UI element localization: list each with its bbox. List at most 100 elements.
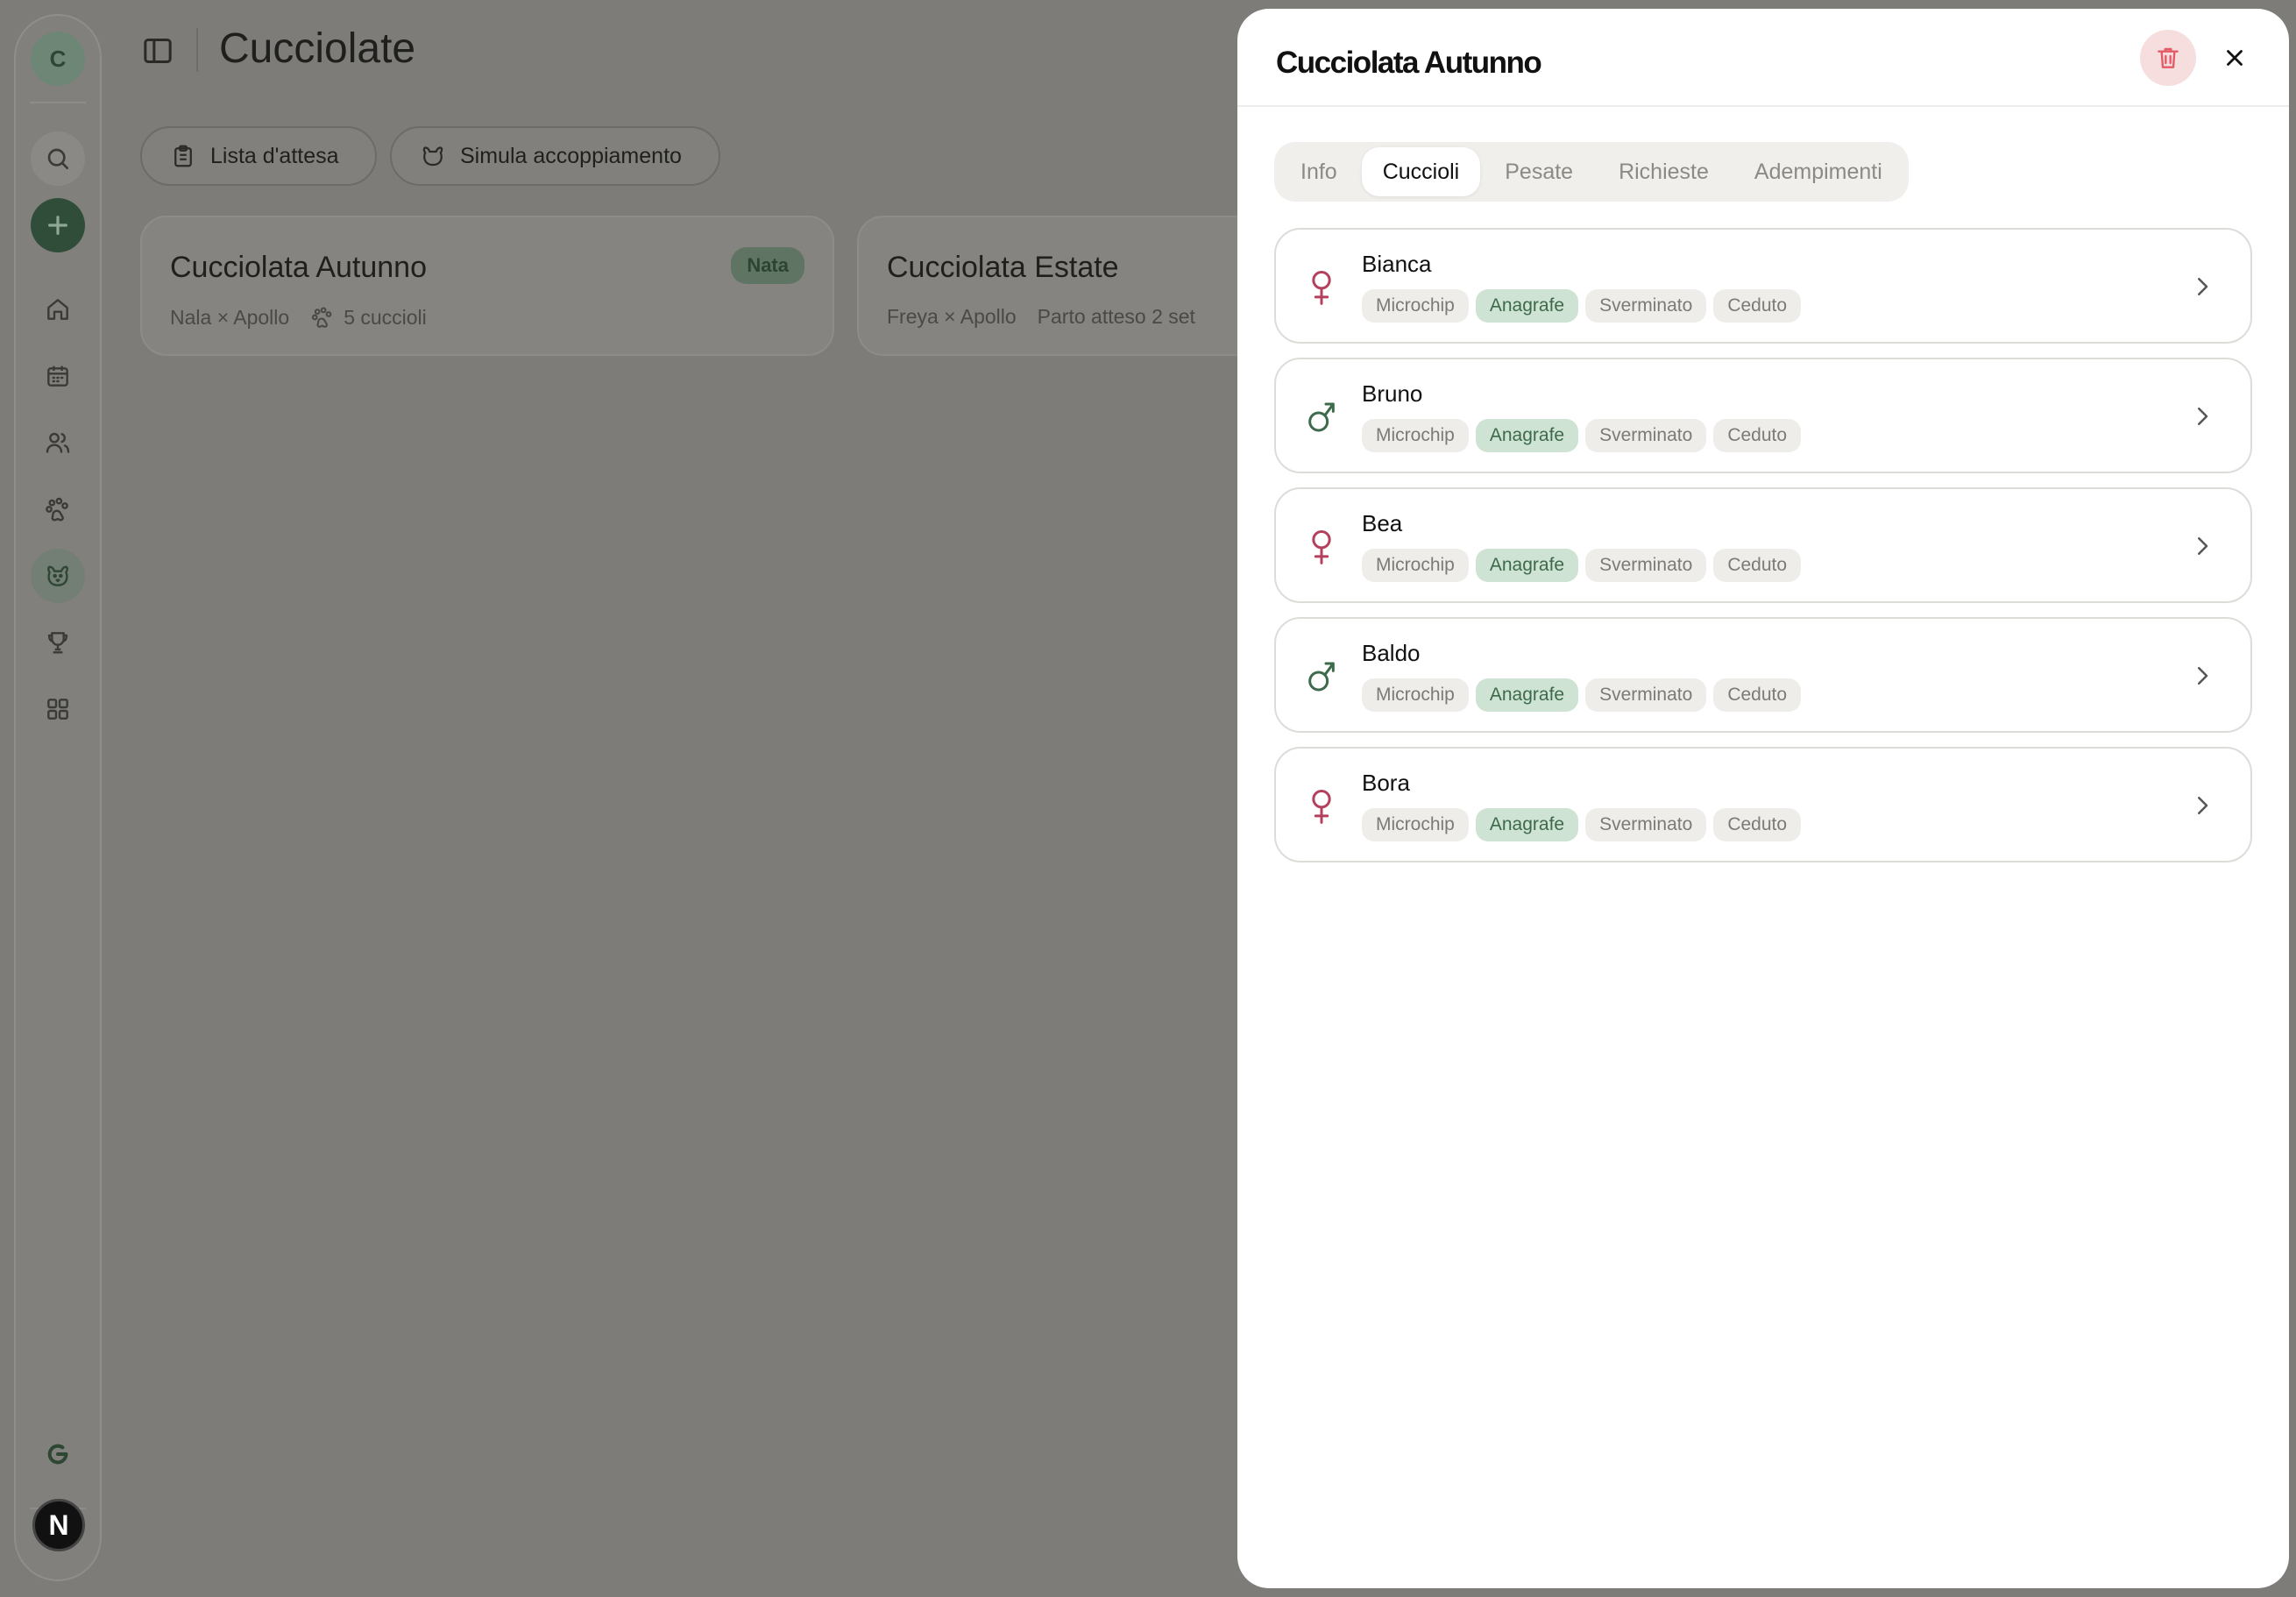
puppy-tags: Microchip Anagrafe Sverminato Ceduto [1362, 289, 1802, 323]
trophy-icon [47, 632, 68, 654]
chevron-right-icon [2198, 278, 2208, 295]
puppy-row[interactable]: Bruno Microchip Anagrafe Sverminato Cedu… [1274, 358, 2252, 473]
drawer-tabs: Info Cuccioli Pesate Richieste Adempimen… [1274, 142, 1909, 202]
litter-card[interactable]: Cucciolata Estate Freya × Apollo Parto a… [857, 216, 1295, 356]
simulate-mating-label: Simula accoppiamento [460, 143, 682, 168]
app-logo[interactable]: N [32, 1499, 85, 1551]
chevron-right-icon [2198, 667, 2208, 685]
tab-requests[interactable]: Richieste [1598, 147, 1730, 196]
puppy-tags: Microchip Anagrafe Sverminato Ceduto [1362, 549, 1802, 582]
litter-parents: Nala × Apollo [170, 305, 290, 329]
chevron-right-icon [2198, 797, 2208, 814]
puppy-name: Bora [1362, 770, 1410, 796]
tag-sold[interactable]: Ceduto [1713, 549, 1802, 582]
puppy-row[interactable]: Bianca Microchip Anagrafe Sverminato Ced… [1274, 228, 2252, 344]
male-icon [1308, 662, 1335, 692]
tag-registry[interactable]: Anagrafe [1475, 289, 1579, 323]
refresh-icon [47, 1444, 68, 1465]
puppy-row[interactable]: Baldo Microchip Anagrafe Sverminato Cedu… [1274, 617, 2252, 733]
sidebar-item-home[interactable] [31, 282, 85, 337]
female-icon [1312, 790, 1331, 824]
waitlist-button[interactable]: Lista d'attesa [140, 126, 377, 186]
tag-dewormed[interactable]: Sverminato [1585, 289, 1707, 323]
puppy-row[interactable]: Bea Microchip Anagrafe Sverminato Ceduto [1274, 487, 2252, 603]
female-icon [1312, 530, 1331, 564]
tag-microchip[interactable]: Microchip [1362, 289, 1469, 323]
header-divider [196, 28, 198, 72]
tag-registry[interactable]: Anagrafe [1475, 678, 1579, 712]
litter-title: Cucciolata Autunno [170, 251, 427, 284]
tag-sold[interactable]: Ceduto [1713, 808, 1802, 841]
sidebar-toggle-button[interactable] [140, 33, 175, 68]
home-icon [47, 299, 68, 320]
chevron-right-icon [2198, 408, 2208, 425]
chevron-right-icon [2198, 537, 2208, 555]
tag-microchip[interactable]: Microchip [1362, 419, 1469, 452]
user-avatar[interactable]: C [31, 32, 85, 86]
male-icon [1308, 402, 1335, 432]
close-button[interactable] [2217, 40, 2252, 75]
delete-button[interactable] [2140, 30, 2196, 86]
tag-sold[interactable]: Ceduto [1713, 678, 1802, 712]
close-icon [2227, 50, 2243, 66]
tag-microchip[interactable]: Microchip [1362, 549, 1469, 582]
tab-info[interactable]: Info [1279, 147, 1358, 196]
waitlist-label: Lista d'attesa [210, 143, 339, 168]
litter-detail-drawer: Cucciolata Autunno Info Cuccioli Pesate … [1237, 9, 2289, 1588]
sync-button[interactable] [31, 1427, 85, 1481]
dog-icon [47, 565, 68, 586]
sidebar-item-contacts[interactable] [31, 415, 85, 470]
litter-meta: Nala × Apollo 5 cuccioli [170, 305, 427, 330]
tag-microchip[interactable]: Microchip [1362, 808, 1469, 841]
tab-compliance[interactable]: Adempimenti [1733, 147, 1903, 196]
tag-dewormed[interactable]: Sverminato [1585, 419, 1707, 452]
sidebar-item-dogs[interactable] [31, 482, 85, 536]
sidebar-item-litters[interactable] [31, 549, 85, 603]
litter-card[interactable]: Cucciolata Autunno Nata Nala × Apollo 5 … [140, 216, 834, 356]
litter-parents: Freya × Apollo [887, 305, 1017, 328]
tag-registry[interactable]: Anagrafe [1475, 808, 1579, 841]
tag-sold[interactable]: Ceduto [1713, 289, 1802, 323]
search-icon [47, 148, 68, 169]
litter-meta: Freya × Apollo Parto atteso 2 set [887, 305, 1195, 329]
calendar-icon [47, 366, 68, 387]
puppy-name: Baldo [1362, 640, 1421, 666]
litter-expected-date: Parto atteso 2 set [1037, 305, 1195, 328]
litter-pups: 5 cuccioli [310, 305, 427, 330]
tab-weighings[interactable]: Pesate [1484, 147, 1594, 196]
tag-microchip[interactable]: Microchip [1362, 678, 1469, 712]
drawer-header: Cucciolata Autunno [1237, 9, 2289, 107]
sidebar-item-apps[interactable] [31, 682, 85, 736]
puppy-tags: Microchip Anagrafe Sverminato Ceduto [1362, 419, 1802, 452]
dog-icon [422, 146, 443, 167]
puppy-name: Bianca [1362, 251, 1432, 277]
paw-icon [312, 307, 332, 328]
tag-dewormed[interactable]: Sverminato [1585, 549, 1707, 582]
tag-registry[interactable]: Anagrafe [1475, 549, 1579, 582]
status-badge: Nata [731, 247, 804, 284]
trash-icon [2158, 47, 2179, 68]
tag-sold[interactable]: Ceduto [1713, 419, 1802, 452]
sidebar-item-calendar[interactable] [31, 349, 85, 403]
sidebar-divider [30, 102, 86, 103]
plus-icon [48, 216, 67, 235]
tab-puppies[interactable]: Cuccioli [1361, 147, 1481, 196]
tag-dewormed[interactable]: Sverminato [1585, 678, 1707, 712]
puppy-tags: Microchip Anagrafe Sverminato Ceduto [1362, 678, 1802, 712]
puppy-list: Bianca Microchip Anagrafe Sverminato Ced… [1274, 228, 2252, 877]
tag-dewormed[interactable]: Sverminato [1585, 808, 1707, 841]
puppy-name: Bea [1362, 510, 1403, 536]
puppy-row[interactable]: Bora Microchip Anagrafe Sverminato Cedut… [1274, 747, 2252, 862]
sidebar-item-shows[interactable] [31, 615, 85, 670]
add-button[interactable] [31, 198, 85, 252]
puppy-name: Bruno [1362, 380, 1423, 407]
simulate-mating-button[interactable]: Simula accoppiamento [390, 126, 720, 186]
users-icon [46, 432, 70, 453]
puppy-tags: Microchip Anagrafe Sverminato Ceduto [1362, 808, 1802, 841]
litter-title: Cucciolata Estate [887, 251, 1119, 284]
sidebar: C N [14, 14, 102, 1581]
drawer-title: Cucciolata Autunno [1276, 46, 1542, 80]
search-button[interactable] [31, 131, 85, 186]
tag-registry[interactable]: Anagrafe [1475, 419, 1579, 452]
clipboard-icon [174, 145, 192, 167]
